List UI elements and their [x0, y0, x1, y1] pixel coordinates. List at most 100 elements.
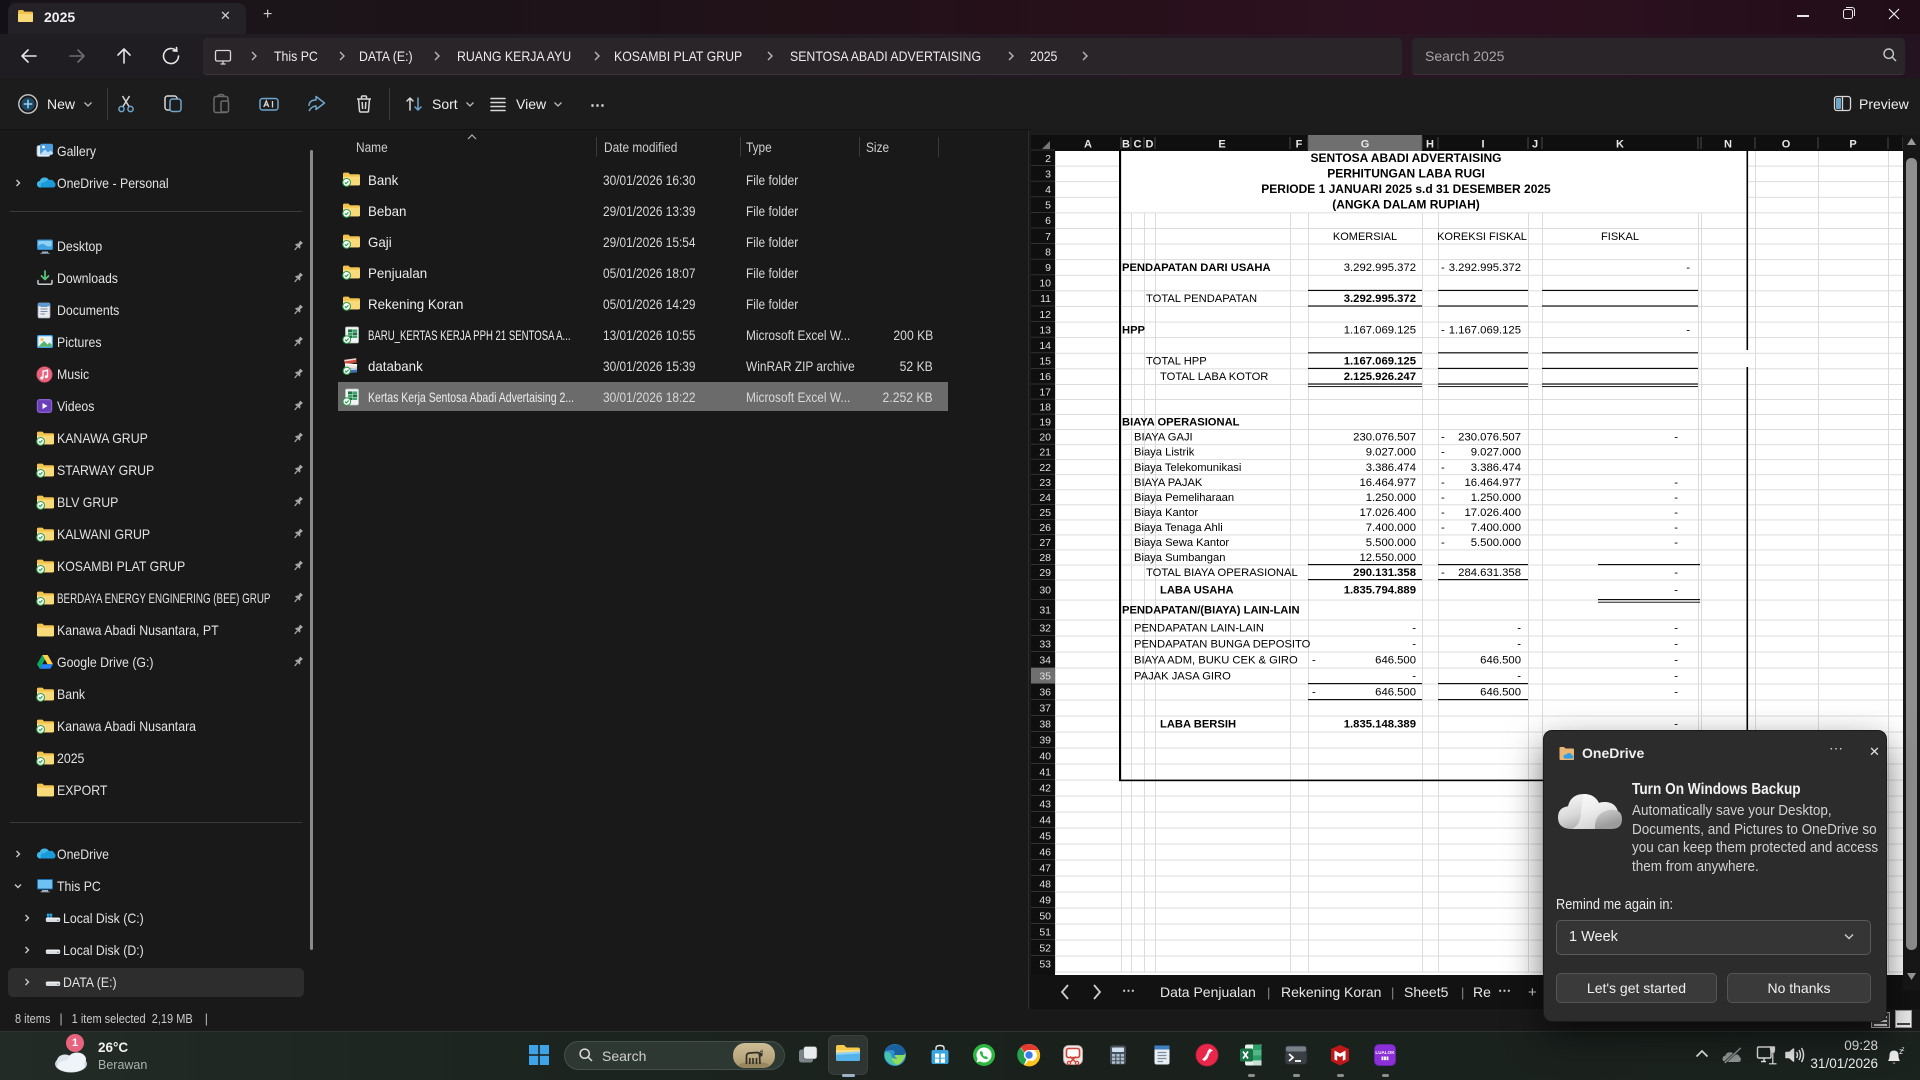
svg-text:-: - — [1441, 447, 1445, 459]
svg-text:230.076.507: 230.076.507 — [1353, 432, 1416, 444]
svg-text:Biaya Listrik: Biaya Listrik — [1134, 447, 1195, 459]
svg-text:646.500: 646.500 — [1480, 655, 1521, 667]
svg-text:-: - — [1674, 567, 1678, 579]
svg-text:16.464.977: 16.464.977 — [1464, 477, 1521, 489]
svg-text:-: - — [1412, 671, 1416, 683]
svg-text:KOREKSI FISKAL: KOREKSI FISKAL — [1437, 231, 1527, 243]
svg-text:646.500: 646.500 — [1375, 655, 1416, 667]
svg-text:Biaya Telekomunikasi: Biaya Telekomunikasi — [1134, 462, 1241, 474]
svg-text:K: K — [1616, 139, 1624, 151]
svg-text:2: 2 — [1045, 153, 1051, 165]
svg-text:Biaya Sewa Kantor: Biaya Sewa Kantor — [1134, 537, 1229, 549]
svg-text:-: - — [1674, 655, 1678, 667]
svg-text:⋯: ⋯ — [1122, 983, 1135, 998]
svg-text:16: 16 — [1039, 371, 1051, 383]
svg-text:+: + — [1528, 984, 1537, 1001]
svg-text:-: - — [1674, 671, 1678, 683]
svg-text:Sheet5: Sheet5 — [1404, 984, 1449, 1000]
svg-text:1.835.148.389: 1.835.148.389 — [1344, 719, 1416, 731]
svg-text:8: 8 — [1045, 246, 1051, 258]
svg-text:|: | — [1461, 985, 1464, 1000]
svg-text:-: - — [1674, 492, 1678, 504]
svg-text:-: - — [1686, 262, 1690, 274]
svg-text:41: 41 — [1039, 767, 1051, 779]
svg-text:-: - — [1517, 671, 1521, 683]
svg-text:1.250.000: 1.250.000 — [1366, 492, 1416, 504]
svg-text:LABA BERSIH: LABA BERSIH — [1160, 719, 1236, 731]
svg-text:7: 7 — [1045, 231, 1051, 243]
svg-text:1.167.069.125: 1.167.069.125 — [1344, 356, 1416, 368]
svg-text:PENDAPATAN BUNGA DEPOSITO: PENDAPATAN BUNGA DEPOSITO — [1134, 639, 1311, 651]
svg-text:-: - — [1674, 537, 1678, 549]
svg-text:BIAYA GAJI: BIAYA GAJI — [1134, 432, 1193, 444]
svg-text:4: 4 — [1045, 184, 1051, 196]
svg-text:-: - — [1674, 585, 1678, 597]
svg-text:H: H — [1426, 139, 1434, 151]
svg-text:12.550.000: 12.550.000 — [1359, 552, 1416, 564]
svg-text:29: 29 — [1039, 567, 1051, 579]
svg-text:Re: Re — [1473, 984, 1491, 1000]
svg-text:Biaya Tenaga Ahli: Biaya Tenaga Ahli — [1134, 522, 1223, 534]
svg-text:1.167.069.125: 1.167.069.125 — [1344, 324, 1416, 336]
svg-text:-: - — [1441, 477, 1445, 489]
svg-text:20: 20 — [1039, 432, 1051, 444]
svg-text:9: 9 — [1045, 262, 1051, 274]
svg-text:FISKAL: FISKAL — [1601, 231, 1639, 243]
svg-text:1.250.000: 1.250.000 — [1471, 492, 1521, 504]
svg-text:3.292.995.372: 3.292.995.372 — [1344, 293, 1416, 305]
svg-text:10: 10 — [1039, 278, 1051, 290]
svg-text:37: 37 — [1039, 703, 1051, 715]
svg-text:-: - — [1674, 639, 1678, 651]
svg-text:17.026.400: 17.026.400 — [1359, 507, 1416, 519]
svg-text:14: 14 — [1039, 340, 1051, 352]
svg-text:12: 12 — [1039, 309, 1051, 321]
svg-text:19: 19 — [1039, 417, 1051, 429]
svg-text:⋯: ⋯ — [1498, 983, 1511, 998]
svg-text:17.026.400: 17.026.400 — [1464, 507, 1521, 519]
svg-text:40: 40 — [1039, 751, 1051, 763]
svg-text:E: E — [1218, 139, 1225, 151]
svg-text:-: - — [1441, 567, 1445, 579]
svg-text:LUALOK: LUALOK — [1375, 1050, 1395, 1055]
svg-text:21: 21 — [1039, 447, 1051, 459]
svg-text:N: N — [1724, 139, 1732, 151]
svg-text:52: 52 — [1039, 943, 1051, 955]
svg-text:-: - — [1441, 522, 1445, 534]
svg-text:-: - — [1517, 623, 1521, 635]
svg-text:TOTAL PENDAPATAN: TOTAL PENDAPATAN — [1146, 293, 1257, 305]
svg-text:42: 42 — [1039, 783, 1051, 795]
svg-text:BIAYA PAJAK: BIAYA PAJAK — [1134, 477, 1203, 489]
svg-text:J: J — [1532, 139, 1538, 151]
svg-text:G: G — [1361, 139, 1370, 151]
svg-text:TOTAL BIAYA OPERASIONAL: TOTAL BIAYA OPERASIONAL — [1146, 567, 1298, 579]
svg-text:15: 15 — [1039, 356, 1051, 368]
svg-text:284.631.358: 284.631.358 — [1458, 567, 1521, 579]
svg-text:Rekening Koran: Rekening Koran — [1281, 984, 1381, 1000]
svg-text:30: 30 — [1039, 585, 1051, 597]
svg-text:36: 36 — [1039, 687, 1051, 699]
svg-text:-: - — [1441, 537, 1445, 549]
svg-text:I: I — [1481, 139, 1484, 151]
svg-text:F: F — [1296, 139, 1303, 151]
svg-text:SENTOSA ABADI ADVERTAISING: SENTOSA ABADI ADVERTAISING — [1311, 151, 1502, 165]
svg-text:31: 31 — [1039, 605, 1051, 617]
svg-text:PENDAPATAN DARI USAHA: PENDAPATAN DARI USAHA — [1122, 262, 1271, 274]
svg-text:B: B — [1122, 139, 1130, 151]
svg-text:-: - — [1441, 507, 1445, 519]
svg-text:18: 18 — [1039, 402, 1051, 414]
svg-text:5: 5 — [1045, 200, 1051, 212]
svg-text:-: - — [1441, 432, 1445, 444]
svg-text:230.076.507: 230.076.507 — [1458, 432, 1521, 444]
svg-text:Biaya Sumbangan: Biaya Sumbangan — [1134, 552, 1225, 564]
svg-text:646.500: 646.500 — [1375, 687, 1416, 699]
svg-text:50: 50 — [1039, 911, 1051, 923]
svg-text:-: - — [1412, 623, 1416, 635]
svg-text:17: 17 — [1039, 387, 1051, 399]
svg-text:PERIODE 1 JANUARI 2025 s.d 31: PERIODE 1 JANUARI 2025 s.d 31 DESEMBER 2… — [1261, 182, 1551, 196]
svg-text:45: 45 — [1039, 831, 1051, 843]
svg-text:5.500.000: 5.500.000 — [1471, 537, 1521, 549]
svg-text:34: 34 — [1039, 655, 1051, 667]
svg-text:z: z — [1902, 1047, 1905, 1053]
svg-text:HPP: HPP — [1122, 324, 1146, 336]
svg-text:-: - — [1441, 324, 1445, 336]
